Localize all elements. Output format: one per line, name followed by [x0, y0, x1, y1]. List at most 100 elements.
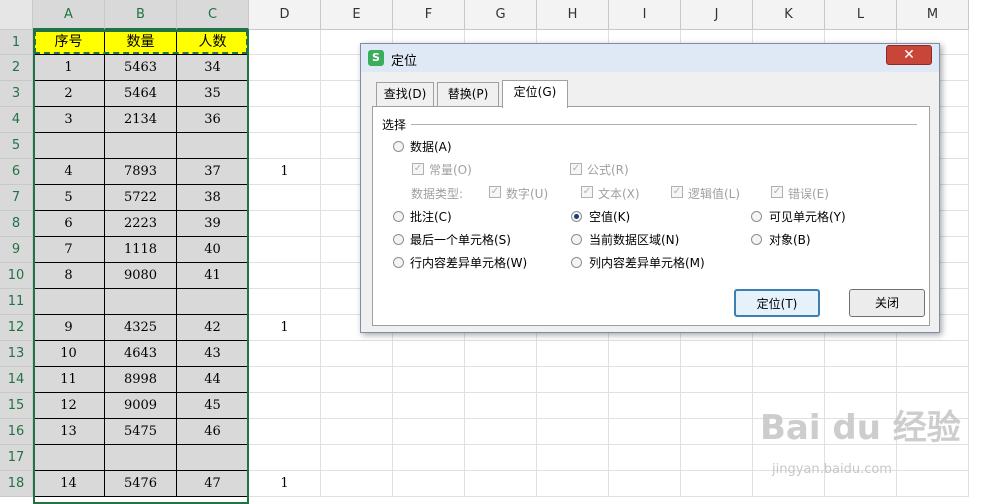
- cell[interactable]: [465, 445, 537, 471]
- cell[interactable]: [321, 341, 393, 367]
- cell[interactable]: [393, 341, 465, 367]
- cell[interactable]: [825, 367, 897, 393]
- checkbox-text[interactable]: ✓: [581, 186, 593, 198]
- cell[interactable]: [249, 55, 321, 81]
- table-cell[interactable]: 41: [177, 263, 249, 289]
- cell[interactable]: [465, 341, 537, 367]
- table-cell[interactable]: 2223: [105, 211, 177, 237]
- row-header-6[interactable]: 6: [0, 159, 33, 185]
- table-cell[interactable]: 38: [177, 185, 249, 211]
- table-cell[interactable]: 45: [177, 393, 249, 419]
- cell[interactable]: [249, 445, 321, 471]
- cell[interactable]: [681, 341, 753, 367]
- cell[interactable]: [393, 393, 465, 419]
- column-header-h[interactable]: H: [537, 0, 609, 30]
- table-cell[interactable]: 12: [33, 393, 105, 419]
- table-cell[interactable]: 1118: [105, 237, 177, 263]
- cell[interactable]: [897, 341, 969, 367]
- table-cell[interactable]: 40: [177, 237, 249, 263]
- column-header-g[interactable]: G: [465, 0, 537, 30]
- checkbox-error[interactable]: ✓: [771, 186, 783, 198]
- table-cell[interactable]: 35: [177, 81, 249, 107]
- checkbox-logical[interactable]: ✓: [671, 186, 683, 198]
- cell[interactable]: [681, 367, 753, 393]
- table-cell[interactable]: 7: [33, 237, 105, 263]
- checkbox-number[interactable]: ✓: [489, 186, 501, 198]
- cell[interactable]: [321, 393, 393, 419]
- table-cell[interactable]: 42: [177, 315, 249, 341]
- cell[interactable]: [897, 367, 969, 393]
- cell[interactable]: [249, 30, 321, 55]
- column-header-m[interactable]: M: [897, 0, 969, 30]
- header-cell-a[interactable]: 序号: [33, 30, 105, 55]
- checkbox-constant[interactable]: ✓: [412, 163, 424, 175]
- table-cell[interactable]: 10: [33, 341, 105, 367]
- table-cell[interactable]: [177, 133, 249, 159]
- cell[interactable]: 1: [249, 315, 321, 341]
- select-all-corner[interactable]: [0, 0, 33, 30]
- table-cell[interactable]: 36: [177, 107, 249, 133]
- cell[interactable]: [609, 471, 681, 497]
- cell[interactable]: [393, 367, 465, 393]
- row-header-15[interactable]: 15: [0, 393, 33, 419]
- table-cell[interactable]: 34: [177, 55, 249, 81]
- table-cell[interactable]: 1: [33, 55, 105, 81]
- table-cell[interactable]: 37: [177, 159, 249, 185]
- close-icon[interactable]: ✕: [886, 45, 932, 65]
- close-button[interactable]: 关闭: [849, 289, 925, 317]
- table-cell[interactable]: [33, 289, 105, 315]
- cell[interactable]: [393, 419, 465, 445]
- cell[interactable]: [825, 341, 897, 367]
- cell[interactable]: [537, 445, 609, 471]
- cell[interactable]: [465, 367, 537, 393]
- row-header-2[interactable]: 2: [0, 55, 33, 81]
- column-header-f[interactable]: F: [393, 0, 465, 30]
- row-header-18[interactable]: 18: [0, 471, 33, 497]
- column-header-l[interactable]: L: [825, 0, 897, 30]
- tab-replace[interactable]: 替换(P): [437, 82, 499, 106]
- row-header-13[interactable]: 13: [0, 341, 33, 367]
- cell[interactable]: [249, 107, 321, 133]
- table-cell[interactable]: 4643: [105, 341, 177, 367]
- row-header-5[interactable]: 5: [0, 133, 33, 159]
- table-cell[interactable]: [33, 445, 105, 471]
- cell[interactable]: [609, 445, 681, 471]
- cell[interactable]: [249, 263, 321, 289]
- cell[interactable]: [753, 341, 825, 367]
- table-cell[interactable]: 5463: [105, 55, 177, 81]
- cell[interactable]: [609, 341, 681, 367]
- row-header-3[interactable]: 3: [0, 81, 33, 107]
- table-cell[interactable]: 2: [33, 81, 105, 107]
- row-header-12[interactable]: 12: [0, 315, 33, 341]
- cell[interactable]: [609, 393, 681, 419]
- cell[interactable]: [393, 445, 465, 471]
- column-header-c[interactable]: C: [177, 0, 249, 30]
- radio-col-diff[interactable]: [571, 257, 582, 268]
- column-header-k[interactable]: K: [753, 0, 825, 30]
- table-cell[interactable]: [105, 445, 177, 471]
- radio-last-cell[interactable]: [393, 234, 404, 245]
- cell[interactable]: [321, 419, 393, 445]
- table-cell[interactable]: 5475: [105, 419, 177, 445]
- cell[interactable]: [249, 341, 321, 367]
- table-cell[interactable]: 6: [33, 211, 105, 237]
- row-header-1[interactable]: 1: [0, 30, 33, 55]
- cell[interactable]: [681, 445, 753, 471]
- table-cell[interactable]: 8: [33, 263, 105, 289]
- cell[interactable]: [249, 211, 321, 237]
- cell[interactable]: [609, 419, 681, 445]
- cell[interactable]: 1: [249, 471, 321, 497]
- table-cell[interactable]: 13: [33, 419, 105, 445]
- cell[interactable]: [321, 471, 393, 497]
- table-cell[interactable]: 5722: [105, 185, 177, 211]
- tab-find[interactable]: 查找(D): [376, 82, 434, 106]
- cell[interactable]: [681, 419, 753, 445]
- cell[interactable]: [249, 419, 321, 445]
- table-cell[interactable]: 39: [177, 211, 249, 237]
- cell[interactable]: [321, 367, 393, 393]
- cell[interactable]: [609, 367, 681, 393]
- cell[interactable]: [249, 393, 321, 419]
- table-cell[interactable]: [177, 445, 249, 471]
- row-header-9[interactable]: 9: [0, 237, 33, 263]
- table-cell[interactable]: 5476: [105, 471, 177, 497]
